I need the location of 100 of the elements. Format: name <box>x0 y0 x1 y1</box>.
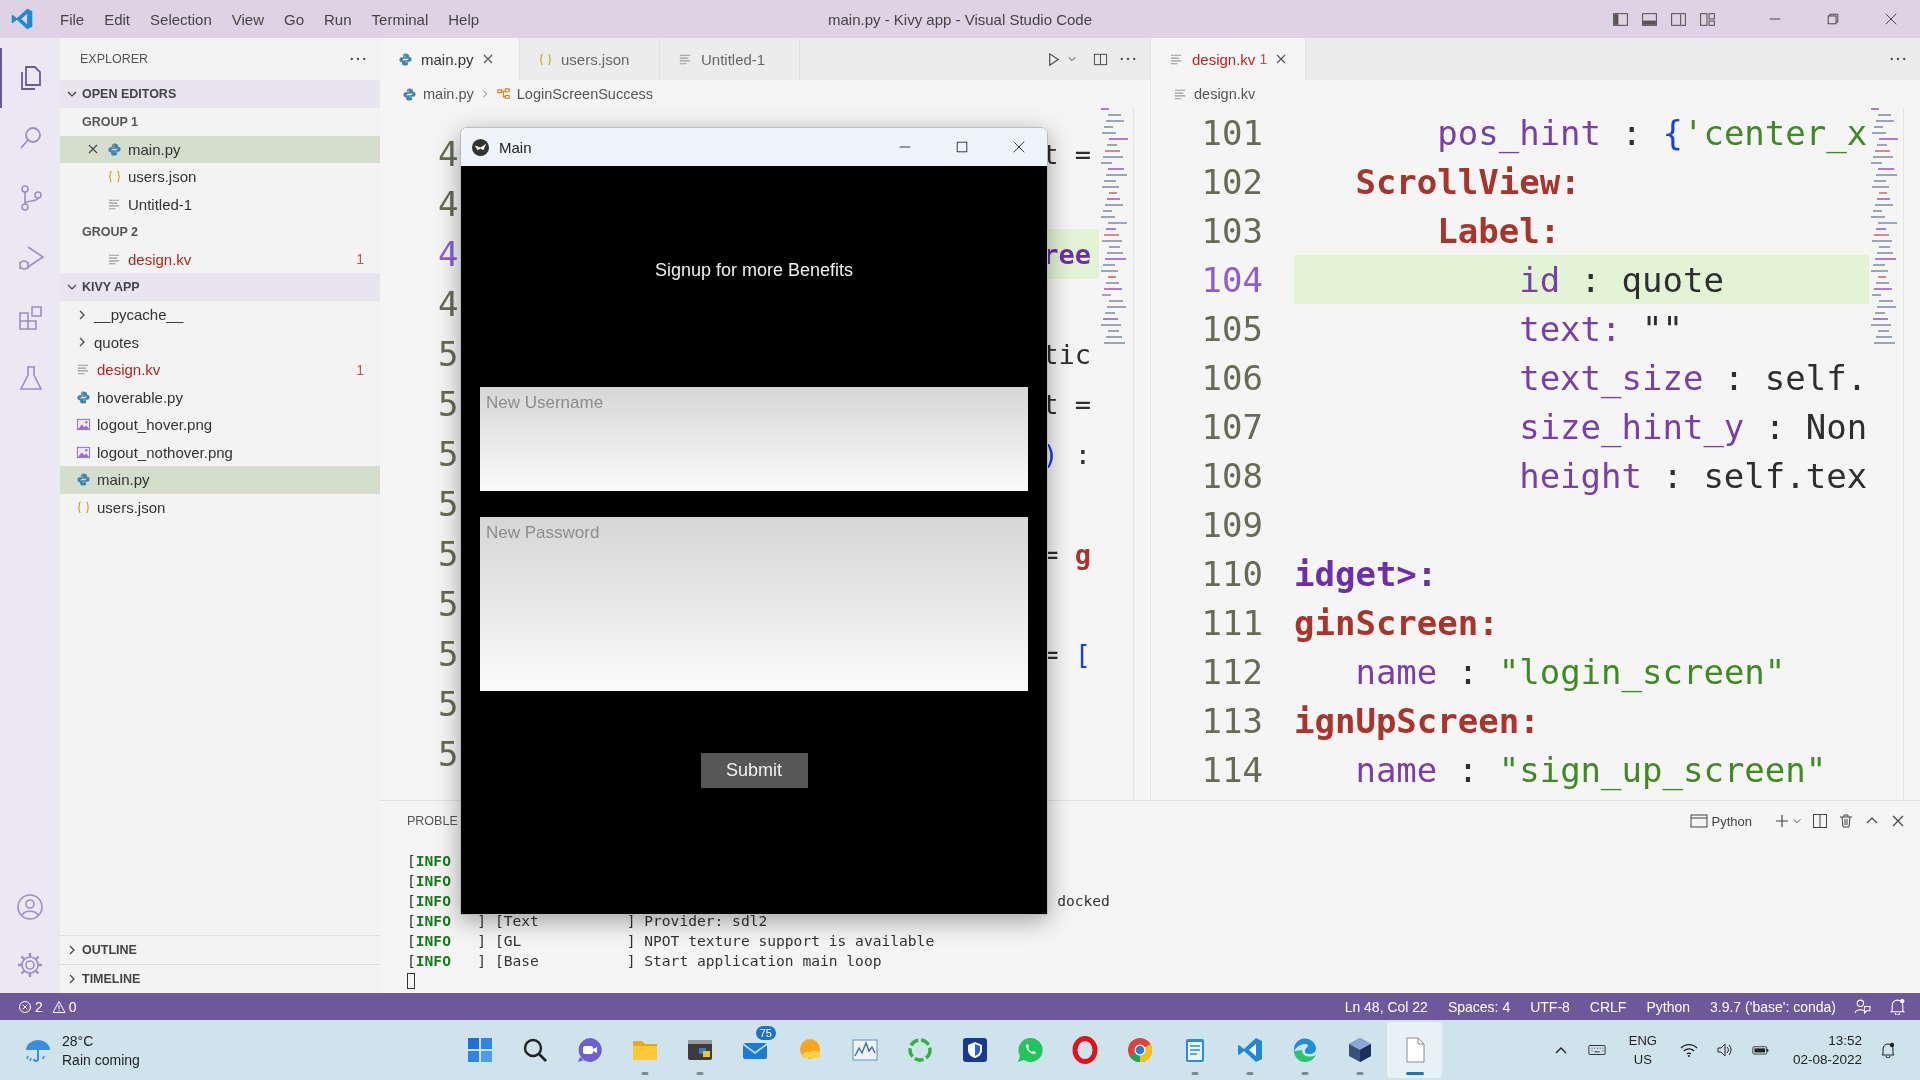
feedback-icon[interactable] <box>1854 998 1871 1015</box>
explorer-row[interactable]: __pycache__ <box>60 301 380 329</box>
close-icon[interactable] <box>1884 12 1898 26</box>
status-item[interactable]: Spaces: 4 <box>1447 998 1511 1015</box>
status-item[interactable]: 3.9.7 ('base': conda) <box>1710 998 1836 1015</box>
run-icon[interactable] <box>1046 51 1061 67</box>
section-header[interactable]: OUTLINE <box>60 935 380 964</box>
split-editor-icon[interactable] <box>1093 51 1108 67</box>
more-icon[interactable] <box>1120 57 1136 61</box>
trash-icon[interactable] <box>1838 813 1854 829</box>
menu-item[interactable]: Run <box>314 10 362 28</box>
breadcrumb-item[interactable]: design.kv <box>1173 86 1256 102</box>
sidebar-title: EXPLORER <box>80 52 149 66</box>
status-item[interactable]: Ln 48, Col 22 <box>1344 998 1428 1015</box>
explorer-row[interactable]: logout_hover.png <box>60 411 380 439</box>
explorer-row[interactable]: quotes <box>60 328 380 356</box>
menu-item[interactable]: File <box>50 10 95 28</box>
section-header[interactable]: KIVY APP <box>60 273 380 301</box>
editor-tab[interactable]: Untitled-1 <box>660 38 800 80</box>
sidebar-layout-icon[interactable] <box>1612 10 1629 28</box>
status-item[interactable]: CRLF <box>1589 998 1627 1015</box>
section-header[interactable]: OPEN EDITORS <box>60 80 380 108</box>
close-icon[interactable] <box>481 53 494 65</box>
status-item[interactable]: Python <box>1646 998 1690 1015</box>
menu-item[interactable]: Terminal <box>361 10 439 28</box>
start-icon <box>465 1036 494 1064</box>
error-icon <box>18 999 32 1014</box>
code-fragment: ) : <box>1042 438 1091 470</box>
problems-status[interactable]: 2 0 <box>18 998 77 1015</box>
line-number: 114 <box>1201 749 1263 790</box>
panel-layout-icon[interactable] <box>1641 10 1658 28</box>
warning-icon <box>51 999 66 1014</box>
line-number: 5 <box>438 584 459 624</box>
wifi-icon[interactable] <box>1679 1042 1698 1058</box>
explorer-row[interactable]: logout_nothover.png <box>60 438 380 466</box>
terminal-selector[interactable]: Python <box>1689 813 1752 829</box>
terminal-line: docked <box>1056 891 1110 911</box>
plus-icon[interactable] <box>1774 813 1790 829</box>
split-layout-icon[interactable] <box>1670 10 1687 28</box>
chart-icon <box>850 1036 879 1064</box>
clock[interactable]: 13:52 02-08-2022 <box>1792 1033 1862 1067</box>
group-title: GROUP 2 <box>81 223 140 241</box>
close-icon[interactable] <box>1890 813 1906 829</box>
close-icon[interactable] <box>1012 140 1026 154</box>
speaker-icon[interactable] <box>1715 1042 1734 1058</box>
menu-item[interactable]: Edit <box>94 10 141 28</box>
line-number: 5 <box>438 434 459 474</box>
python-icon <box>76 389 91 405</box>
breadcrumb-item[interactable]: LoginScreenSuccess <box>495 86 653 102</box>
explorer-row[interactable]: hoverable.py <box>60 383 380 411</box>
taskbar-app[interactable]: 75 <box>727 1022 782 1078</box>
maximize-icon[interactable] <box>955 140 969 154</box>
code-line: idget>: <box>1294 553 1438 594</box>
line-number: 5 <box>438 634 459 674</box>
line-number: 102 <box>1201 161 1263 202</box>
editor-tab[interactable]: design.kv 1 <box>1151 38 1307 80</box>
menu-item[interactable]: Go <box>274 10 314 28</box>
grid-layout-icon[interactable] <box>1699 10 1716 28</box>
open-editor-item[interactable]: design.kv 1 <box>60 245 380 273</box>
more-icon[interactable] <box>1890 57 1906 61</box>
editor-tab[interactable]: users.json <box>520 38 660 80</box>
password-field[interactable]: New Password <box>480 517 1028 691</box>
submit-button[interactable]: Submit <box>700 753 808 788</box>
chevron-down-icon[interactable] <box>1067 54 1077 64</box>
code-line: ScrollView: <box>1354 161 1581 202</box>
code-editor-logo-icon <box>10 7 34 31</box>
notification-icon[interactable] <box>1889 998 1906 1015</box>
line-number: 113 <box>1201 700 1263 741</box>
open-editor-item[interactable]: main.py <box>60 135 380 163</box>
username-field[interactable]: New Username <box>480 387 1028 491</box>
explorer-row[interactable]: users.json <box>60 493 380 521</box>
restore-icon[interactable] <box>1826 12 1840 26</box>
open-editor-item[interactable]: users.json <box>60 163 380 191</box>
line-number: 103 <box>1201 210 1263 251</box>
close-icon[interactable] <box>1275 53 1288 65</box>
open-editor-item[interactable]: Untitled-1 <box>60 190 380 218</box>
image-icon <box>76 444 91 460</box>
split-terminal-icon[interactable] <box>1812 813 1828 829</box>
breadcrumb-item[interactable]: main.py <box>402 86 474 102</box>
explorer-row[interactable]: main.py <box>60 466 380 494</box>
image-icon <box>76 417 91 433</box>
terminal-icon <box>1689 813 1708 829</box>
menu-item[interactable]: Help <box>438 10 490 28</box>
code-line: ginScreen: <box>1294 602 1499 643</box>
keyboard-icon[interactable] <box>1587 1042 1606 1058</box>
panel-tab[interactable]: PROBLE <box>407 814 458 828</box>
editor-tab[interactable]: main.py <box>380 38 520 80</box>
weather-widget[interactable]: 28°C Rain coming <box>0 1032 440 1068</box>
notification-icon[interactable] <box>1879 1042 1897 1058</box>
chevron-down-icon[interactable] <box>1792 816 1802 826</box>
more-icon[interactable] <box>350 57 366 61</box>
menu-item[interactable]: Selection <box>140 10 222 28</box>
close-icon[interactable] <box>87 143 99 156</box>
language-indicator[interactable]: ENG US <box>1628 1033 1657 1067</box>
explorer-row[interactable]: design.kv 1 <box>60 356 380 384</box>
menu-item[interactable]: View <box>221 10 274 28</box>
status-item[interactable]: UTF-8 <box>1530 998 1570 1015</box>
line-number: 5 <box>438 734 459 774</box>
app-logo-icon <box>471 137 490 157</box>
code-line: name : "sign_up_screen" <box>1354 749 1827 790</box>
